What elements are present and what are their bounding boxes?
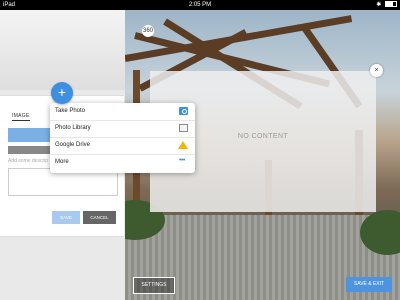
close-icon[interactable]: × [370, 64, 383, 77]
settings-button[interactable]: SETTINGS [133, 277, 175, 294]
menu-item-more[interactable]: More ••• [50, 154, 195, 171]
description-label: Add some descrip [8, 158, 49, 164]
menu-item-take-photo[interactable]: Take Photo [50, 103, 195, 121]
menu-item-label: Take Photo [55, 108, 86, 114]
save-exit-button[interactable]: SAVE & EXIT [346, 277, 392, 292]
clock: 2:05 PM [188, 2, 212, 8]
editor-header [0, 10, 125, 90]
menu-item-label: Google Drive [55, 142, 91, 148]
add-media-button[interactable]: + [51, 82, 73, 104]
menu-item-google-drive[interactable]: Google Drive [50, 137, 195, 155]
battery-icon: ✱ [376, 0, 397, 10]
panorama-360-icon[interactable]: 360 [142, 25, 154, 37]
menu-item-photo-library[interactable]: Photo Library [50, 120, 195, 138]
status-bar: iPad 2:05 PM ✱ [0, 0, 400, 10]
more-icon: ••• [179, 157, 185, 164]
save-button[interactable]: SAVE [52, 211, 80, 224]
cancel-button[interactable]: CANCEL [83, 211, 116, 224]
google-drive-icon [178, 141, 188, 149]
tab-image[interactable]: IMAGE [12, 113, 30, 121]
menu-item-label: Photo Library [55, 125, 91, 131]
camera-icon [179, 107, 188, 115]
menu-item-label: More [55, 159, 69, 165]
add-media-menu: Take Photo Photo Library Google Drive Mo… [50, 103, 195, 173]
photo-library-icon [179, 124, 188, 132]
